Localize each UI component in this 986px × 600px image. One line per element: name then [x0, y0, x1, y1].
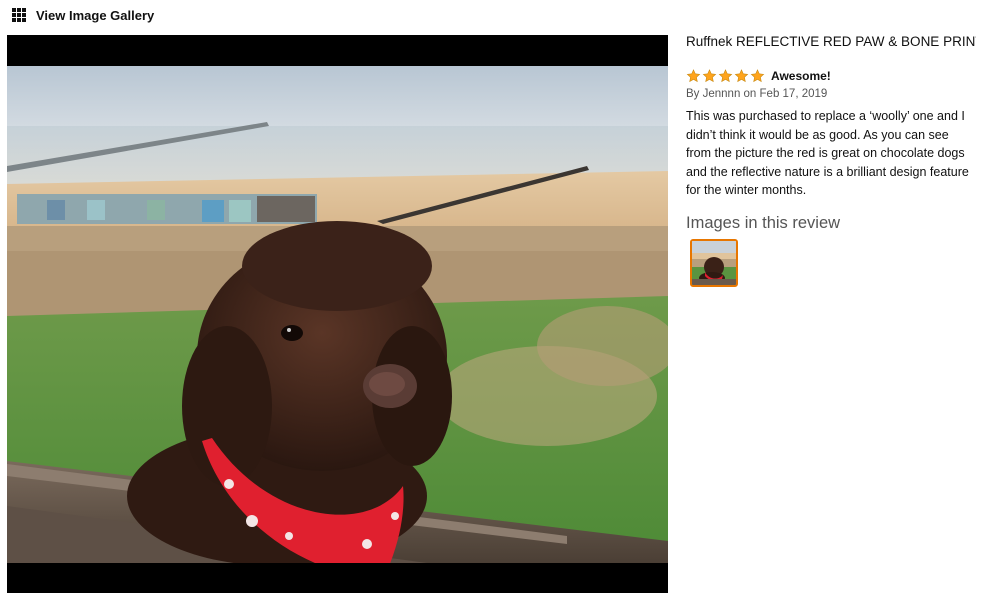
thumbnail-image	[692, 240, 736, 285]
star-icon	[734, 69, 749, 83]
view-image-gallery-link[interactable]: View Image Gallery	[12, 6, 154, 24]
view-image-gallery-label: View Image Gallery	[36, 7, 155, 23]
star-icon	[750, 69, 765, 83]
review-image-thumbnail[interactable]	[690, 238, 738, 287]
review-photo	[7, 66, 668, 563]
review-body: This was purchased to replace a ‘woolly’…	[686, 109, 969, 197]
review-heading: Awesome!	[771, 69, 831, 83]
star-icon	[686, 69, 701, 83]
images-in-review-heading: Images in this review	[686, 213, 841, 232]
star-icon	[702, 69, 717, 83]
product-title[interactable]: Ruffnek REFLECTIVE RED PAW & BONE PRINT …	[686, 32, 976, 52]
review-panel: Ruffnek REFLECTIVE RED PAW & BONE PRINT …	[686, 32, 976, 287]
star-icon	[718, 69, 733, 83]
grid-icon	[12, 8, 26, 22]
rating-row: Awesome!	[686, 68, 976, 84]
image-viewer[interactable]	[7, 35, 668, 593]
review-byline: By Jennnn on Feb 17, 2019	[686, 88, 828, 100]
star-rating	[686, 69, 765, 83]
